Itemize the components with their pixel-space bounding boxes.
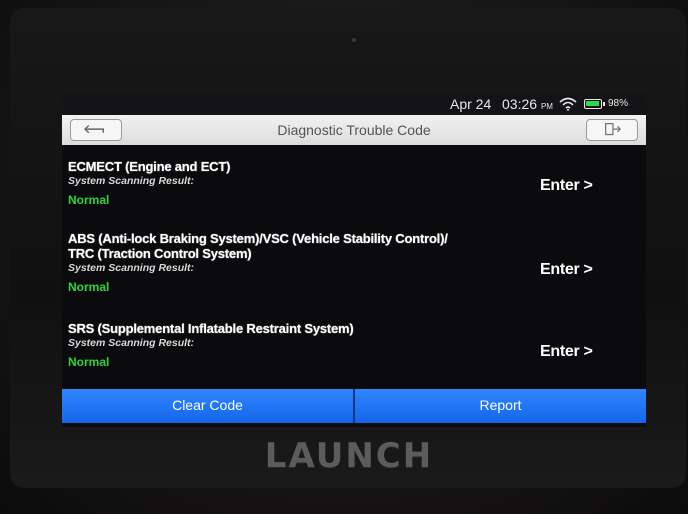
- exit-icon: [605, 123, 622, 136]
- enter-button-srs[interactable]: Enter >: [540, 343, 593, 361]
- report-button[interactable]: Report: [355, 389, 646, 423]
- status-normal: Normal: [68, 193, 110, 207]
- back-button[interactable]: [70, 119, 122, 141]
- back-arrow-icon: [84, 124, 104, 134]
- system-name: ABS (Anti-lock Braking System)/VSC (Vehi…: [68, 231, 448, 261]
- title-bar: Diagnostic Trouble Code: [62, 115, 646, 145]
- battery-fill: [586, 101, 599, 106]
- enter-button-abs[interactable]: Enter >: [540, 261, 593, 279]
- system-list: ECMECT (Engine and ECT) System Scanning …: [62, 149, 646, 387]
- status-normal: Normal: [68, 280, 110, 294]
- camera-dot: [352, 38, 356, 42]
- clear-code-button[interactable]: Clear Code: [62, 389, 353, 423]
- enter-button-ecmect[interactable]: Enter >: [540, 177, 593, 195]
- footer-bar: Clear Code Report: [62, 389, 646, 427]
- launch-logo: LAUNCH: [264, 436, 434, 476]
- page-title: Diagnostic Trouble Code: [277, 122, 431, 138]
- status-date: Apr 24: [450, 96, 492, 112]
- status-time: 03:26 PM: [502, 96, 553, 112]
- status-bar: Apr 24 03:26 PM 98%: [62, 93, 646, 115]
- exit-button[interactable]: [586, 119, 638, 141]
- system-name: ECMECT (Engine and ECT): [68, 159, 231, 174]
- wifi-icon: [559, 97, 577, 111]
- battery-icon: [584, 99, 605, 109]
- device-screen: Apr 24 03:26 PM 98% Diagnostic Trouble C…: [62, 93, 646, 427]
- system-name: SRS (Supplemental Inflatable Restraint S…: [68, 321, 354, 336]
- battery-percent: 98%: [608, 98, 629, 109]
- battery-tip: [603, 102, 605, 106]
